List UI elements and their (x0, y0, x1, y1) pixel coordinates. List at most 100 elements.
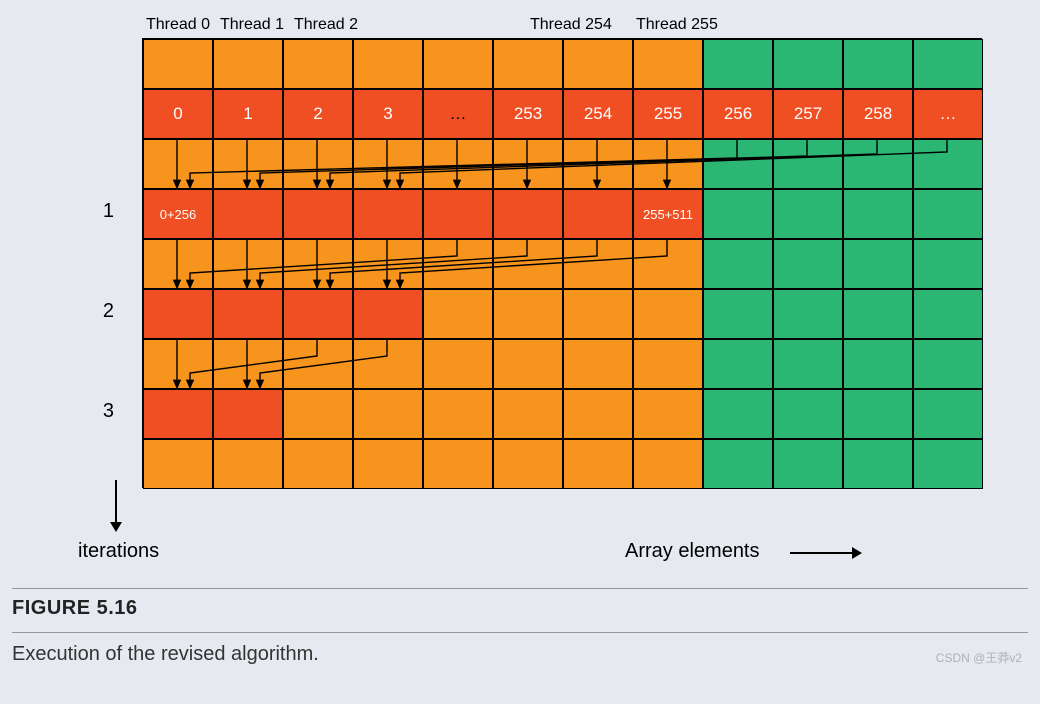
cell (423, 439, 493, 489)
cell (283, 339, 353, 389)
cell (773, 139, 843, 189)
cell (283, 39, 353, 89)
thread-header-labels: Thread 0 Thread 1 Thread 2 Thread 254 Th… (142, 16, 982, 38)
cell (563, 239, 633, 289)
cell (843, 439, 913, 489)
iter2-cell (283, 289, 353, 339)
cell (283, 389, 353, 439)
cell (493, 139, 563, 189)
cell (143, 239, 213, 289)
cell (773, 439, 843, 489)
cell (633, 139, 703, 189)
iter3-cell (143, 389, 213, 439)
cell (563, 439, 633, 489)
iter1-cell (493, 189, 563, 239)
cell (913, 239, 983, 289)
cell (703, 39, 773, 89)
header-cell-3: 3 (353, 89, 423, 139)
iter1-cell (423, 189, 493, 239)
cell (423, 39, 493, 89)
cell (913, 39, 983, 89)
figure-number: FIGURE 5.16 (12, 597, 1028, 620)
reduction-diagram: Thread 0 Thread 1 Thread 2 Thread 254 Th… (142, 38, 982, 488)
cell (213, 139, 283, 189)
cell (143, 39, 213, 89)
separator (12, 632, 1028, 633)
cell (633, 239, 703, 289)
cell (353, 239, 423, 289)
cell (423, 389, 493, 439)
cell (213, 439, 283, 489)
cell (353, 439, 423, 489)
cell (283, 239, 353, 289)
cell (843, 139, 913, 189)
array-elements-arrow-icon (790, 552, 860, 554)
cell (493, 389, 563, 439)
header-cell-254: 254 (563, 89, 633, 139)
cell (843, 339, 913, 389)
cell (143, 439, 213, 489)
cell (633, 39, 703, 89)
cell (843, 39, 913, 89)
iter2-cell (143, 289, 213, 339)
iter1-cell-0: 0+256 (143, 189, 213, 239)
cell (773, 189, 843, 239)
cell (703, 339, 773, 389)
header-cell-1: 1 (213, 89, 283, 139)
header-cell-256: 256 (703, 89, 773, 139)
cell (493, 439, 563, 489)
cell (143, 139, 213, 189)
header-cell-253: 253 (493, 89, 563, 139)
cell (353, 139, 423, 189)
cell (633, 439, 703, 489)
cell (493, 339, 563, 389)
cell (703, 189, 773, 239)
cell (703, 239, 773, 289)
cell (843, 289, 913, 339)
iter2-cell (353, 289, 423, 339)
cell (493, 239, 563, 289)
watermark: CSDN @王莽v2 (936, 649, 1022, 666)
iterations-axis-label: iterations (78, 540, 159, 563)
cell (913, 189, 983, 239)
header-cell-ell2: … (913, 89, 983, 139)
cell (843, 189, 913, 239)
iter1-cell-255: 255+511 (633, 189, 703, 239)
cell (213, 239, 283, 289)
cell (633, 389, 703, 439)
cell (773, 39, 843, 89)
cell (703, 389, 773, 439)
cell (143, 339, 213, 389)
header-cell-ell1: … (423, 89, 493, 139)
cell (283, 139, 353, 189)
iter3-cell (213, 389, 283, 439)
label-thread-2: Thread 2 (294, 16, 358, 34)
row-label-1: 1 (103, 200, 114, 223)
cell (843, 389, 913, 439)
label-thread-0: Thread 0 (146, 16, 210, 34)
figure-5-16: Thread 0 Thread 1 Thread 2 Thread 254 Th… (12, 10, 1028, 666)
cell (703, 289, 773, 339)
cell (493, 39, 563, 89)
iter2-cell (213, 289, 283, 339)
cell (563, 289, 633, 339)
cell (563, 389, 633, 439)
cell (353, 339, 423, 389)
cell (563, 139, 633, 189)
cell (423, 239, 493, 289)
row-label-2: 2 (103, 300, 114, 323)
row-label-3: 3 (103, 400, 114, 423)
cell (913, 439, 983, 489)
cell (353, 39, 423, 89)
cell (703, 139, 773, 189)
cell (913, 339, 983, 389)
cell (703, 439, 773, 489)
diagram-grid: 0 1 2 3 … 253 254 255 256 257 258 … (142, 38, 982, 488)
separator (12, 588, 1028, 589)
iter1-cell (353, 189, 423, 239)
cell (773, 239, 843, 289)
label-thread-1: Thread 1 (220, 16, 284, 34)
iter1-cell (563, 189, 633, 239)
cell (213, 339, 283, 389)
cell (423, 289, 493, 339)
